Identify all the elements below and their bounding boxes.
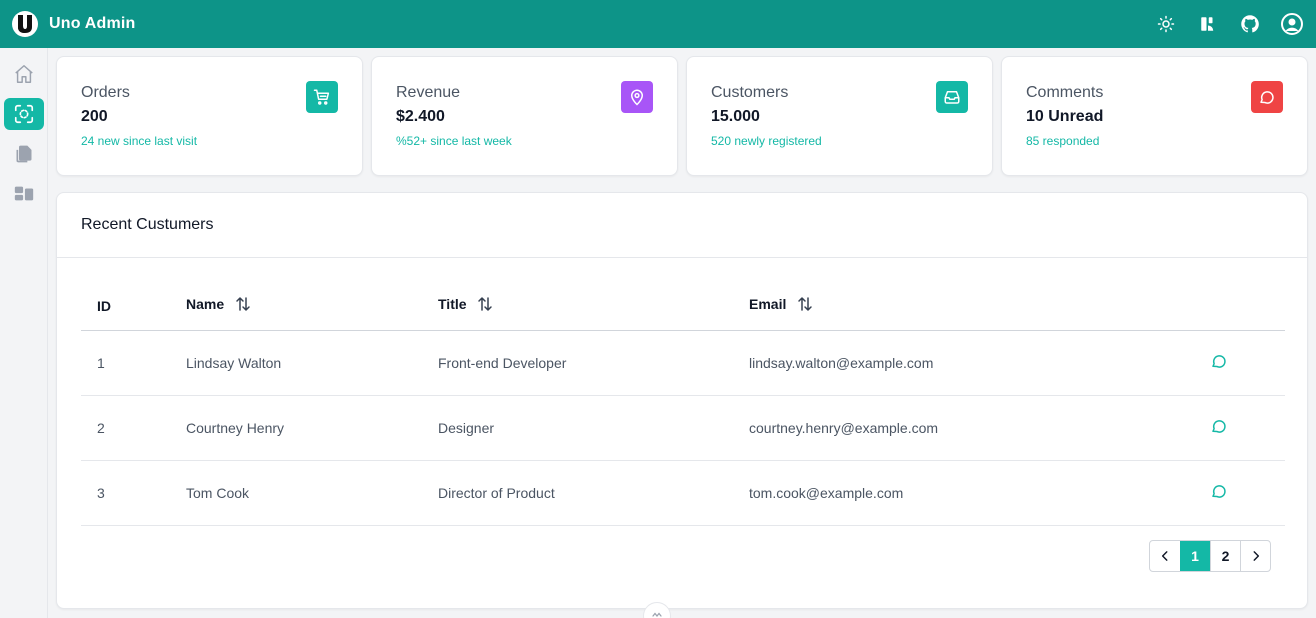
column-header-email[interactable]: Email	[733, 282, 1153, 331]
pagination-page-button[interactable]: 2	[1210, 541, 1240, 571]
cart-icon	[306, 81, 338, 113]
home-icon	[14, 65, 33, 83]
dashboard-icon	[14, 186, 33, 201]
sort-icon[interactable]	[476, 295, 494, 316]
stat-value: $2.400	[396, 108, 445, 125]
table-row: 1 Lindsay Walton Front-end Developer lin…	[81, 330, 1285, 396]
sidebar-item-focus[interactable]	[3, 98, 44, 130]
cell-email: lindsay.walton@example.com	[733, 330, 1153, 396]
table-header-row: ID Name Title Email	[81, 282, 1285, 331]
cell-name: Tom Cook	[170, 460, 422, 526]
pagination-next-button[interactable]	[1240, 541, 1270, 571]
stat-card-customers: Customers 15.000 520 newly registered	[686, 56, 993, 176]
stat-value: 10 Unread	[1026, 108, 1104, 125]
sidebar-item-documents[interactable]	[4, 138, 44, 170]
app-logo[interactable]	[12, 11, 38, 37]
stat-sub: 85 responded	[1026, 134, 1100, 148]
card-title: Recent Custumers	[57, 193, 1307, 258]
sidebar	[0, 48, 48, 618]
cell-name: Courtney Henry	[170, 395, 422, 461]
column-header-title[interactable]: Title	[422, 282, 733, 331]
cell-id: 3	[81, 460, 170, 526]
column-header-actions	[1153, 282, 1285, 331]
table-row: 2 Courtney Henry Designer courtney.henry…	[81, 395, 1285, 461]
stat-label: Comments	[1026, 84, 1104, 101]
chevron-left-icon	[1161, 551, 1168, 561]
customers-table: ID Name Title Email 1 Lindsay Walton Fro…	[81, 282, 1285, 526]
message-icon	[1251, 81, 1283, 113]
chevron-right-icon	[1253, 551, 1259, 561]
stat-card-orders: Orders 200 24 new since last visit	[56, 56, 363, 176]
stat-value: 200	[81, 108, 108, 125]
stat-label: Customers	[711, 84, 789, 101]
column-header-name[interactable]: Name	[170, 282, 422, 331]
stat-value: 15.000	[711, 108, 760, 125]
user-circle-icon[interactable]	[1280, 12, 1304, 36]
github-icon[interactable]	[1238, 12, 1262, 36]
cell-email: tom.cook@example.com	[733, 460, 1153, 526]
stat-card-comments: Comments 10 Unread 85 responded	[1001, 56, 1308, 176]
pagination-page-button[interactable]: 1	[1180, 541, 1210, 571]
cell-title: Designer	[422, 395, 733, 461]
message-icon[interactable]	[1210, 485, 1228, 503]
message-icon[interactable]	[1210, 420, 1228, 438]
cell-email: courtney.henry@example.com	[733, 395, 1153, 461]
sidebar-item-home[interactable]	[4, 58, 44, 90]
recent-customers-card: Recent Custumers ID Name Title Email 1 L…	[56, 192, 1308, 609]
unocss-icon[interactable]	[1196, 12, 1220, 36]
pagination-prev-button[interactable]	[1150, 541, 1180, 571]
documents-icon	[16, 145, 31, 163]
cell-title: Director of Product	[422, 460, 733, 526]
table-row: 3 Tom Cook Director of Product tom.cook@…	[81, 460, 1285, 526]
inbox-icon	[936, 81, 968, 113]
column-header-id: ID	[81, 282, 170, 331]
sort-icon[interactable]	[234, 295, 252, 316]
sun-icon[interactable]	[1154, 12, 1178, 36]
focus-icon	[14, 104, 33, 124]
chevron-up-icon	[652, 612, 662, 618]
cell-id: 2	[81, 395, 170, 461]
sort-icon[interactable]	[796, 295, 814, 316]
stat-label: Revenue	[396, 84, 461, 101]
sidebar-item-dashboard[interactable]	[4, 178, 44, 210]
app-title: Uno Admin	[49, 15, 136, 32]
stat-sub: %52+ since last week	[396, 134, 512, 148]
stat-card-revenue: Revenue $2.400 %52+ since last week	[371, 56, 678, 176]
stat-sub: 24 new since last visit	[81, 134, 198, 148]
pagination: 1 2	[1149, 540, 1271, 572]
top-bar: Uno Admin	[0, 0, 1316, 48]
message-icon[interactable]	[1210, 355, 1228, 373]
stat-label: Orders	[81, 84, 130, 101]
cell-name: Lindsay Walton	[170, 330, 422, 396]
map-pin-icon	[621, 81, 653, 113]
stat-sub: 520 newly registered	[711, 134, 822, 148]
cell-title: Front-end Developer	[422, 330, 733, 396]
cell-id: 1	[81, 330, 170, 396]
